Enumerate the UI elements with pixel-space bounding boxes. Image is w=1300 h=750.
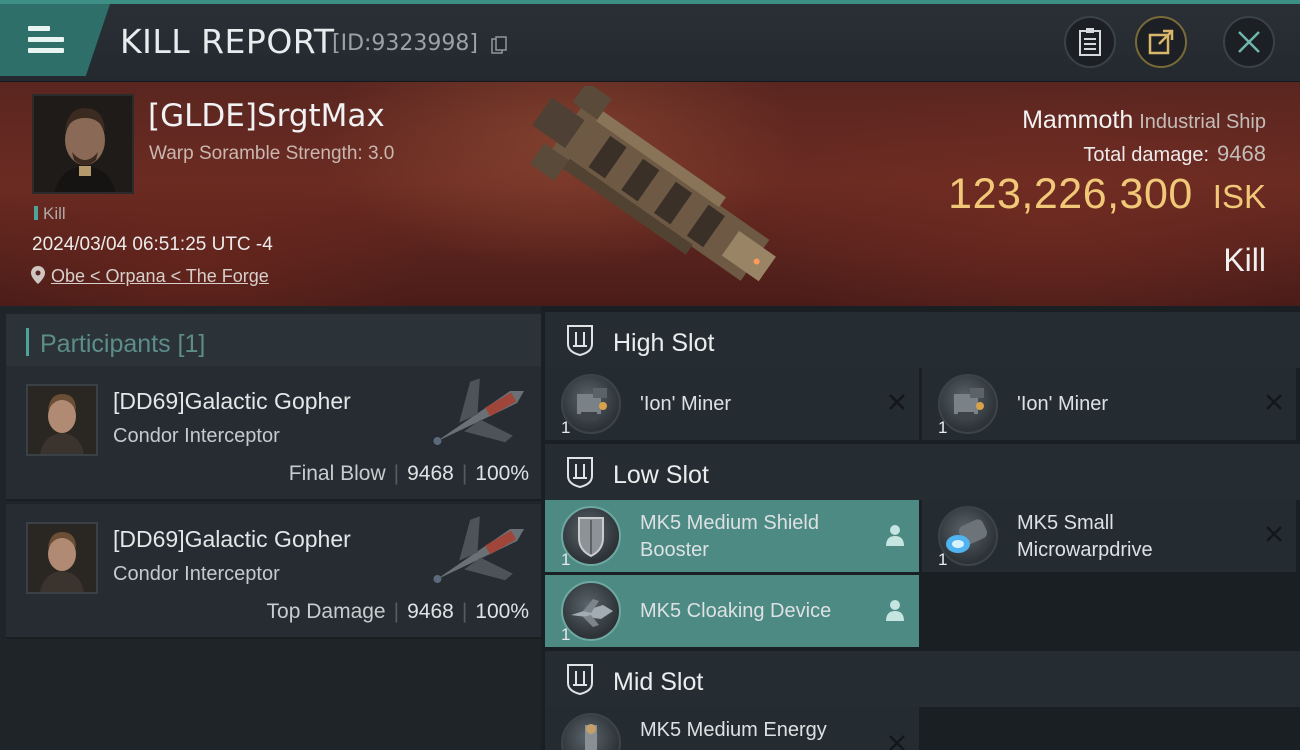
clipboard-button[interactable] — [1064, 16, 1116, 68]
module-quantity: 1 — [561, 418, 571, 437]
low-slot-header: Low Slot — [545, 444, 1300, 500]
participant-ship-image — [433, 378, 525, 445]
close-icon — [1238, 31, 1260, 53]
module-name: MK5 Cloaking Device — [640, 600, 832, 622]
separator: | — [393, 462, 400, 485]
pilot-icon — [886, 525, 904, 546]
share-button[interactable] — [1135, 16, 1187, 68]
pilot-icon — [886, 600, 904, 621]
participant-role: Final Blow — [288, 462, 386, 485]
page-title: KILL REPORT — [120, 22, 335, 61]
module-cloaking-device[interactable]: 1 MK5 Cloaking Device — [545, 575, 919, 647]
low-slot-label: Low Slot — [613, 461, 709, 489]
module-quantity: 1 — [561, 625, 571, 644]
module-shield-booster[interactable]: 1 MK5 Medium Shield Booster — [545, 500, 919, 572]
module-microwarpdrive[interactable]: 1 MK5 Small Microwarpdrive — [922, 500, 1296, 572]
separator: | — [461, 600, 468, 623]
module-name: MK5 Small Microwarpdrive — [1017, 512, 1153, 561]
separator: | — [393, 600, 400, 623]
isk-value: 123,226,300 ISK — [948, 170, 1266, 219]
victim-avatar[interactable] — [32, 94, 134, 194]
participant-stats: Final Blow | 9468 | 100% — [289, 462, 529, 486]
participants-header: Participants [1] — [6, 314, 541, 370]
destroyed-icon — [1266, 526, 1282, 542]
module-icon — [561, 713, 621, 750]
participant-damage: 9468 — [407, 600, 454, 623]
report-id: [ID:9323998] — [332, 31, 478, 56]
kill-tag: Kill — [34, 204, 66, 224]
ship-name: Mammoth — [1022, 106, 1134, 134]
top-bar: KILL REPORT [ID:9323998] — [0, 0, 1300, 82]
participant-name[interactable]: [DD69]Galactic Gopher — [113, 388, 351, 415]
module-quantity: 1 — [938, 418, 948, 437]
high-slot-header: High Slot — [545, 312, 1300, 368]
participants-label: Participants [1] — [40, 330, 206, 358]
fitting-panel: High Slot 1 'Ion' Miner 1 'Ion' Miner Lo… — [541, 306, 1300, 750]
victim-ship-image — [529, 86, 776, 282]
result-label: Kill — [1223, 242, 1266, 278]
mid-slot-label: Mid Slot — [613, 668, 704, 696]
total-damage-value: 9468 — [1217, 141, 1266, 166]
participant-avatar[interactable] — [26, 384, 98, 456]
location-pin-icon — [31, 266, 45, 284]
participant-percent: 100% — [475, 462, 529, 485]
participant-damage: 9468 — [407, 462, 454, 485]
destroyed-icon — [889, 735, 905, 750]
share-icon — [1148, 29, 1174, 55]
separator: | — [461, 462, 468, 485]
victim-ship[interactable]: Mammoth Industrial Ship — [1022, 106, 1266, 135]
module-energy[interactable]: MK5 Medium Energy — [545, 707, 919, 750]
menu-icon — [28, 26, 64, 54]
ship-class: Industrial Ship — [1139, 111, 1266, 133]
menu-button[interactable] — [0, 4, 110, 76]
module-quantity: 1 — [561, 550, 571, 569]
participant-role: Top Damage — [266, 600, 386, 623]
participant-stats: Top Damage | 9468 | 100% — [267, 600, 529, 624]
participant-ship: Condor Interceptor — [113, 563, 280, 585]
module-name: 'Ion' Miner — [640, 393, 732, 415]
participant-ship: Condor Interceptor — [113, 425, 280, 447]
victim-banner: [GLDE]SrgtMax Warp Soramble Strength: 3.… — [0, 82, 1300, 306]
participants-panel: Participants [1] [DD69]Galactic Gopher C… — [0, 306, 541, 750]
accent-bar — [26, 328, 29, 356]
kill-datetime: 2024/03/04 06:51:25 UTC -4 — [32, 234, 273, 255]
module-ion-miner[interactable]: 1 'Ion' Miner — [545, 368, 919, 440]
module-name: MK5 Medium Energy — [640, 719, 827, 741]
module-name: 'Ion' Miner — [1017, 393, 1109, 415]
low-slot-icon — [567, 457, 593, 488]
participant-card[interactable]: [DD69]Galactic Gopher Condor Interceptor… — [6, 504, 541, 639]
high-slot-icon — [567, 325, 593, 356]
warp-scramble-strength: Warp Soramble Strength: 3.0 — [149, 143, 395, 164]
module-quantity: 1 — [938, 550, 948, 569]
mid-slot-header: Mid Slot — [545, 651, 1300, 707]
high-slot-label: High Slot — [613, 329, 715, 357]
participant-card[interactable]: [DD69]Galactic Gopher Condor Interceptor… — [6, 366, 541, 501]
isk-unit: ISK — [1212, 178, 1266, 215]
isk-amount: 123,226,300 — [948, 170, 1193, 218]
module-name: MK5 Medium Shield Booster — [640, 512, 819, 561]
destroyed-icon — [1266, 394, 1282, 410]
mid-slot-icon — [567, 664, 593, 695]
copy-icon[interactable] — [491, 36, 507, 54]
total-damage-label: Total damage: — [1083, 144, 1210, 166]
destroyed-icon — [889, 394, 905, 410]
participant-ship-image — [433, 516, 525, 583]
module-ion-miner[interactable]: 1 'Ion' Miner — [922, 368, 1296, 440]
total-damage: Total damage: 9468 — [1083, 141, 1266, 167]
participant-name[interactable]: [DD69]Galactic Gopher — [113, 526, 351, 553]
victim-name[interactable]: [GLDE]SrgtMax — [148, 98, 385, 134]
kill-location[interactable]: Obe < Orpana < The Forge — [31, 266, 269, 287]
clipboard-icon — [1079, 28, 1101, 56]
participant-avatar[interactable] — [26, 522, 98, 594]
location-link[interactable]: Obe < Orpana < The Forge — [51, 266, 269, 286]
participant-percent: 100% — [475, 600, 529, 623]
close-button[interactable] — [1223, 16, 1275, 68]
